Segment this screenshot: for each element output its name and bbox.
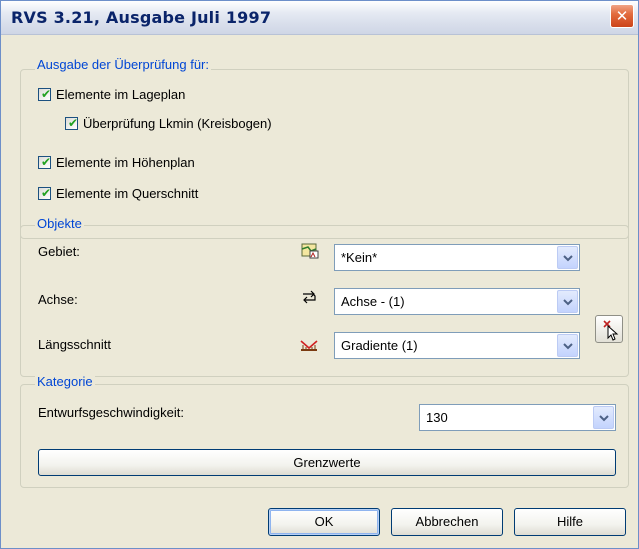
cancel-button[interactable]: Abbrechen [391,508,503,536]
speed-value: 130 [426,410,448,425]
profile-icon [300,340,318,351]
gebiet-select[interactable]: *Kein* [334,244,580,271]
chevron-down-icon [599,415,609,422]
dialog-window: RVS 3.21, Ausgabe Juli 1997 ✕ Ausgabe de… [0,0,639,549]
checkbox-hoehenplan[interactable]: ✔ Elemente im Höhenplan [38,155,195,170]
checkbox-box[interactable]: ✔ [38,156,51,169]
laengsschnitt-value: Gradiente (1) [341,338,418,353]
checkmark-icon: ✔ [41,186,52,200]
speed-select[interactable]: 130 [419,404,616,431]
title-bar[interactable]: RVS 3.21, Ausgabe Juli 1997 ✕ [1,1,638,35]
checkbox-box[interactable]: ✔ [38,88,51,101]
grenzwerte-label: Grenzwerte [293,455,361,470]
checkbox-label: Elemente im Lageplan [56,87,186,102]
axis-arrows-icon [303,290,316,304]
dropdown-button[interactable] [593,406,614,429]
dropdown-button[interactable] [557,334,578,357]
cancel-label: Abbrechen [415,514,479,529]
checkbox-box[interactable]: ✔ [65,117,78,130]
achse-label: Achse: [38,292,78,307]
gebiet-label: Gebiet: [38,244,80,259]
checkmark-icon: ✔ [68,116,79,130]
chevron-down-icon [563,255,573,262]
help-label: Hilfe [556,514,583,529]
objekte-legend: Objekte [35,216,84,231]
pick-object-button[interactable] [595,315,623,343]
checkmark-icon: ✔ [41,155,52,169]
checkmark-icon: ✔ [41,87,52,101]
checkbox-box[interactable]: ✔ [38,187,51,200]
dialog-body: Ausgabe der Überprüfung für: ✔ Elemente … [1,35,638,548]
close-button[interactable]: ✕ [610,4,634,28]
checkbox-querschnitt[interactable]: ✔ Elemente im Querschnitt [38,186,198,201]
checkbox-label: Elemente im Höhenplan [56,155,195,170]
ok-button[interactable]: OK [268,508,380,536]
area-map-icon [301,243,319,259]
dropdown-button[interactable] [557,246,578,269]
kategorie-legend: Kategorie [35,374,95,389]
laengsschnitt-select[interactable]: Gradiente (1) [334,332,580,359]
achse-value: Achse - (1) [341,294,405,309]
gebiet-value: *Kein* [341,250,378,265]
help-button[interactable]: Hilfe [514,508,626,536]
chevron-down-icon [563,299,573,306]
chevron-down-icon [563,343,573,350]
achse-select[interactable]: Achse - (1) [334,288,580,315]
checkbox-lkmin[interactable]: ✔ Überprüfung Lkmin (Kreisbogen) [65,116,272,131]
checkbox-label: Überprüfung Lkmin (Kreisbogen) [83,116,272,131]
window-title: RVS 3.21, Ausgabe Juli 1997 [11,8,272,27]
checkbox-lageplan[interactable]: ✔ Elemente im Lageplan [38,87,185,102]
ok-label: OK [314,514,334,529]
speed-label: Entwurfsgeschwindigkeit: [38,405,184,420]
cursor-pick-icon [603,320,619,341]
ausgabe-legend: Ausgabe der Überprüfung für: [35,57,211,72]
grenzwerte-button[interactable]: Grenzwerte [38,449,616,476]
checkbox-label: Elemente im Querschnitt [56,186,199,201]
laengsschnitt-label: Längsschnitt [38,337,111,352]
dropdown-button[interactable] [557,290,578,313]
close-icon: ✕ [615,7,629,25]
